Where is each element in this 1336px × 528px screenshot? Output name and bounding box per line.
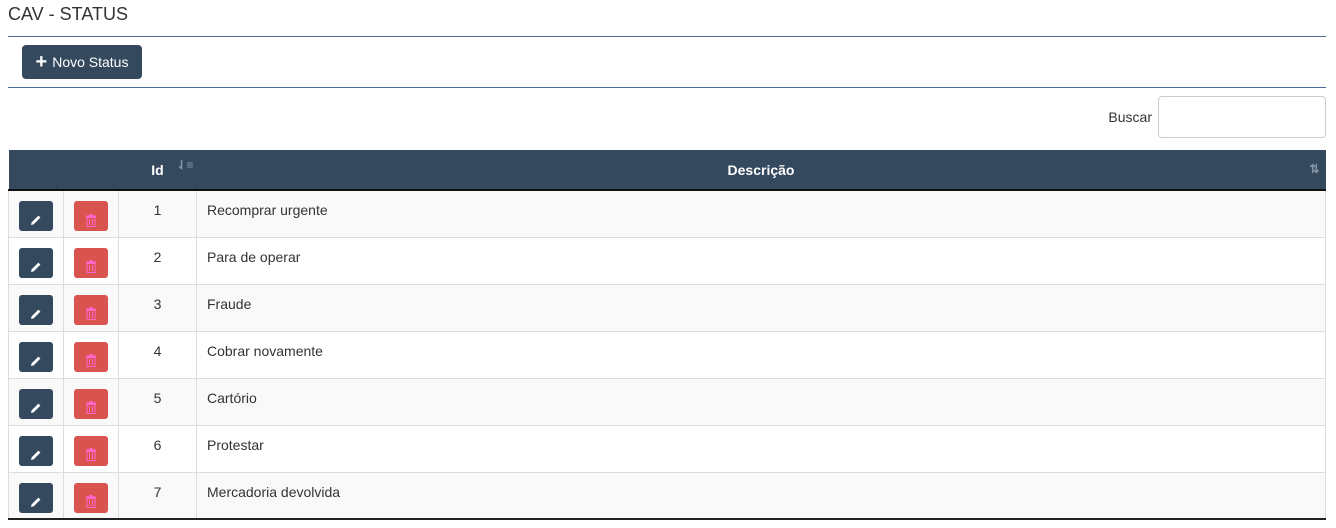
search-group: Buscar bbox=[1108, 96, 1326, 138]
edit-cell bbox=[8, 189, 64, 238]
header-delete-column bbox=[63, 150, 119, 191]
plus-icon: + bbox=[35, 51, 48, 73]
trash-icon bbox=[74, 401, 108, 414]
id-cell: 6 bbox=[118, 424, 197, 473]
delete-button[interactable] bbox=[74, 388, 108, 419]
table-row: 2 Para de operar bbox=[8, 236, 1326, 285]
trash-icon bbox=[74, 495, 108, 508]
edit-cell bbox=[8, 424, 64, 473]
header-edit-column bbox=[8, 150, 64, 191]
edit-cell bbox=[8, 471, 64, 520]
id-cell: 7 bbox=[118, 471, 197, 520]
header-descricao[interactable]: Descrição ⇅ bbox=[196, 150, 1326, 191]
delete-button[interactable] bbox=[74, 482, 108, 513]
header-id[interactable]: Id ⇃≡ bbox=[118, 150, 197, 191]
delete-cell bbox=[63, 377, 119, 426]
pencil-icon bbox=[19, 402, 53, 414]
edit-button[interactable] bbox=[19, 201, 53, 231]
edit-button[interactable] bbox=[19, 435, 53, 466]
page-title: CAV - STATUS bbox=[8, 4, 129, 24]
delete-button[interactable] bbox=[74, 341, 108, 372]
id-cell: 4 bbox=[118, 330, 197, 379]
header-descricao-label: Descrição bbox=[727, 161, 795, 178]
header-id-label: Id bbox=[151, 161, 164, 178]
descricao-cell: Cartório bbox=[196, 377, 1326, 426]
new-status-label: Novo Status bbox=[52, 54, 129, 70]
sort-icon[interactable]: ⇅ bbox=[1309, 162, 1319, 176]
trash-icon bbox=[74, 213, 108, 227]
new-status-button[interactable]: + Novo Status bbox=[22, 45, 142, 79]
table-row: 1 Recomprar urgente bbox=[8, 189, 1326, 238]
delete-cell bbox=[63, 424, 119, 473]
descricao-cell: Protestar bbox=[196, 424, 1326, 473]
edit-button[interactable] bbox=[19, 247, 53, 278]
descricao-cell: Mercadoria devolvida bbox=[196, 471, 1326, 520]
edit-cell bbox=[8, 377, 64, 426]
delete-button[interactable] bbox=[74, 201, 108, 231]
id-cell: 2 bbox=[118, 236, 197, 285]
sort-amount-asc-icon[interactable]: ⇃≡ bbox=[177, 158, 194, 172]
search-input[interactable] bbox=[1158, 96, 1326, 138]
pencil-icon bbox=[19, 214, 53, 226]
table-row: 7 Mercadoria devolvida bbox=[8, 471, 1326, 520]
table-row: 4 Cobrar novamente bbox=[8, 330, 1326, 379]
table-row: 6 Protestar bbox=[8, 424, 1326, 473]
delete-button[interactable] bbox=[74, 247, 108, 278]
trash-icon bbox=[74, 448, 108, 461]
delete-cell bbox=[63, 330, 119, 379]
divider-bottom bbox=[8, 87, 1326, 88]
table-row: 5 Cartório bbox=[8, 377, 1326, 426]
trash-icon bbox=[74, 307, 108, 320]
delete-cell bbox=[63, 189, 119, 238]
trash-icon bbox=[74, 260, 108, 273]
descricao-cell: Cobrar novamente bbox=[196, 330, 1326, 379]
edit-cell bbox=[8, 283, 64, 332]
delete-cell bbox=[63, 471, 119, 520]
edit-button[interactable] bbox=[19, 294, 53, 325]
delete-cell bbox=[63, 283, 119, 332]
trash-icon bbox=[74, 354, 108, 367]
edit-button[interactable] bbox=[19, 482, 53, 513]
descricao-cell: Recomprar urgente bbox=[196, 189, 1326, 238]
search-label: Buscar bbox=[1108, 109, 1152, 125]
id-cell: 1 bbox=[118, 189, 197, 238]
status-table: Id ⇃≡ Descrição ⇅ 1 Recomprar urgente 2 Par… bbox=[8, 150, 1326, 520]
pencil-icon bbox=[19, 355, 53, 367]
pencil-icon bbox=[19, 449, 53, 461]
descricao-cell: Fraude bbox=[196, 283, 1326, 332]
edit-button[interactable] bbox=[19, 341, 53, 372]
edit-cell bbox=[8, 236, 64, 285]
delete-button[interactable] bbox=[74, 294, 108, 325]
table-row: 3 Fraude bbox=[8, 283, 1326, 332]
id-cell: 5 bbox=[118, 377, 197, 426]
table-header-row: Id ⇃≡ Descrição ⇅ bbox=[8, 150, 1326, 191]
pencil-icon bbox=[19, 308, 53, 320]
pencil-icon bbox=[19, 261, 53, 273]
edit-cell bbox=[8, 330, 64, 379]
delete-button[interactable] bbox=[74, 435, 108, 466]
descricao-cell: Para de operar bbox=[196, 236, 1326, 285]
id-cell: 3 bbox=[118, 283, 197, 332]
delete-cell bbox=[63, 236, 119, 285]
divider-top bbox=[8, 36, 1326, 37]
pencil-icon bbox=[19, 496, 53, 508]
edit-button[interactable] bbox=[19, 388, 53, 419]
